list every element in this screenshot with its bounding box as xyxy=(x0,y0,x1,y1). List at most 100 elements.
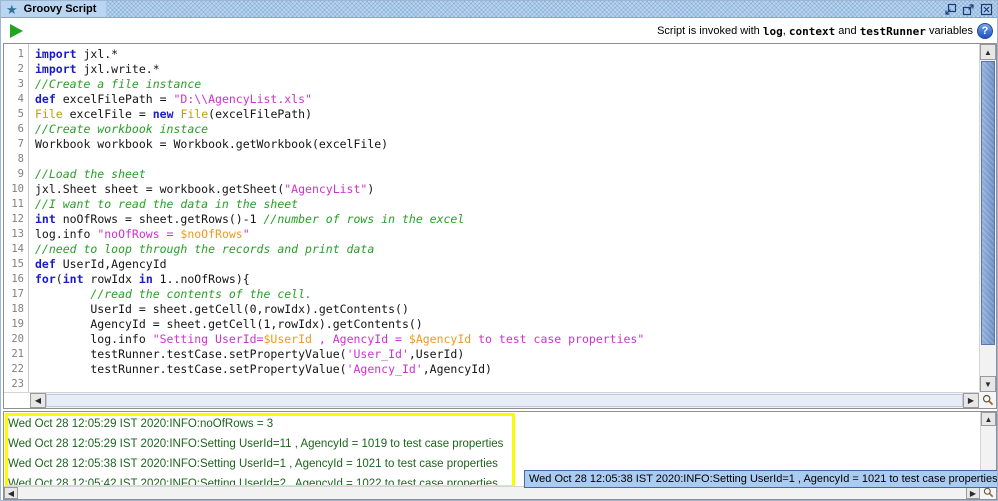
line-number: 19 xyxy=(4,317,28,332)
code-token: "D:\\AgencyList.xls" xyxy=(173,92,311,106)
code-token: ( xyxy=(56,272,63,286)
run-script-button[interactable] xyxy=(10,24,23,38)
code-line[interactable]: log.info "Setting UserId=$UserId , Agenc… xyxy=(35,332,979,347)
code-token: (excelFilePath) xyxy=(208,107,312,121)
code-line[interactable]: //need to loop through the records and p… xyxy=(35,242,979,257)
code-line[interactable]: //I want to read the data in the sheet xyxy=(35,197,979,212)
code-token: //need to loop through the records and p… xyxy=(35,242,374,256)
code-line[interactable]: //read the contents of the cell. xyxy=(35,287,979,302)
code-line[interactable]: AgencyId = sheet.getCell(1,rowIdx).getCo… xyxy=(35,317,979,332)
code-area[interactable]: import jxl.*import jxl.write.*//Create a… xyxy=(30,44,979,392)
line-number: 6 xyxy=(4,122,28,137)
code-line[interactable]: testRunner.testCase.setPropertyValue('Ag… xyxy=(35,362,979,377)
close-icon xyxy=(982,4,992,14)
code-token: def xyxy=(35,92,56,106)
code-token: "noOfRows = xyxy=(97,227,180,241)
code-line[interactable]: def excelFilePath = "D:\\AgencyList.xls" xyxy=(35,92,979,107)
code-line[interactable]: //Create workbook instace xyxy=(35,122,979,137)
code-line[interactable]: //Create a file instance xyxy=(35,77,979,92)
groovy-editor: 1234567891011121314151617181920212223 im… xyxy=(3,43,997,409)
code-token: jxl.write.* xyxy=(77,62,160,76)
code-token: log.info xyxy=(35,227,97,241)
log-scroll-left-button[interactable]: ◀ xyxy=(4,487,18,499)
code-token: testRunner.testCase.setPropertyValue( xyxy=(35,347,347,361)
code-token: 'User_Id' xyxy=(347,347,409,361)
code-line[interactable]: log.info "noOfRows = $noOfRows" xyxy=(35,227,979,242)
code-token: Workbook workbook = Workbook.getWorkbook… xyxy=(35,137,388,151)
code-line[interactable]: import jxl.write.* xyxy=(35,62,979,77)
code-token xyxy=(35,287,90,301)
log-entry[interactable]: Wed Oct 28 12:05:29 IST 2020:INFO:Settin… xyxy=(8,434,979,454)
code-token: AgencyId = sheet.getCell(1,rowIdx).getCo… xyxy=(35,317,423,331)
code-line[interactable]: int noOfRows = sheet.getRows()-1 //numbe… xyxy=(35,212,979,227)
code-token: in xyxy=(139,272,153,286)
editor-hscrollbar[interactable]: ◀ ▶ xyxy=(30,392,979,408)
log-scroll-up-button[interactable]: ▲ xyxy=(981,412,996,426)
code-token: $UserId xyxy=(263,332,311,346)
right-arrow-icon: ▶ xyxy=(968,396,974,405)
log-entry[interactable]: Wed Oct 28 12:05:29 IST 2020:INFO:noOfRo… xyxy=(8,414,979,434)
float-window-button[interactable] xyxy=(944,3,957,16)
code-token: //number of rows in the excel xyxy=(264,212,465,226)
code-token: int xyxy=(63,272,84,286)
scroll-down-button[interactable]: ▼ xyxy=(980,376,996,392)
toolbar: Script is invoked with log, context and … xyxy=(1,19,997,43)
down-arrow-icon: ▼ xyxy=(984,380,992,389)
editor-vscrollbar[interactable]: ▲ ▼ xyxy=(979,44,996,392)
scroll-up-button[interactable]: ▲ xyxy=(980,44,996,60)
code-line[interactable]: import jxl.* xyxy=(35,47,979,62)
help-icon: ? xyxy=(982,25,989,37)
editor-magnifier-button[interactable] xyxy=(979,392,996,408)
magnifier-icon xyxy=(982,394,994,406)
code-token: "Setting UserId= xyxy=(153,332,264,346)
maximize-window-button[interactable] xyxy=(962,3,975,16)
code-line[interactable] xyxy=(35,152,979,167)
line-number: 8 xyxy=(4,152,28,167)
code-token: def xyxy=(35,257,56,271)
line-number: 21 xyxy=(4,347,28,362)
groovy-script-panel: ★ Groovy Script xyxy=(0,0,998,501)
code-line[interactable]: UserId = sheet.getCell(0,rowIdx).getCont… xyxy=(35,302,979,317)
scroll-right-button[interactable]: ▶ xyxy=(963,393,979,408)
editor-hscroll-thumb[interactable] xyxy=(46,394,963,407)
line-number: 9 xyxy=(4,167,28,182)
code-line[interactable]: for(int rowIdx in 1..noOfRows){ xyxy=(35,272,979,287)
left-arrow-icon: ◀ xyxy=(35,396,41,405)
hint-text: variables xyxy=(926,25,973,37)
hint-variable: log xyxy=(763,25,783,38)
line-number: 18 xyxy=(4,302,28,317)
code-token: jxl.Sheet sheet = workbook.getSheet( xyxy=(35,182,284,196)
log-tooltip: Wed Oct 28 12:05:38 IST 2020:INFO:Settin… xyxy=(524,470,998,488)
right-arrow-icon: ▶ xyxy=(970,489,976,498)
close-window-button[interactable] xyxy=(980,3,993,16)
code-token: ,UserId) xyxy=(409,347,464,361)
code-token: log.info xyxy=(35,332,153,346)
scroll-left-button[interactable]: ◀ xyxy=(30,393,46,408)
line-number: 3 xyxy=(4,77,28,92)
code-line[interactable]: jxl.Sheet sheet = workbook.getSheet("Age… xyxy=(35,182,979,197)
toolbar-hint: Script is invoked with log, context and … xyxy=(657,19,973,43)
maximize-window-icon xyxy=(964,5,974,15)
line-number: 5 xyxy=(4,107,28,122)
line-number: 13 xyxy=(4,227,28,242)
code-line[interactable] xyxy=(35,377,979,392)
code-line[interactable]: File excelFile = new File(excelFilePath) xyxy=(35,107,979,122)
code-token: testRunner.testCase.setPropertyValue( xyxy=(35,362,347,376)
up-arrow-icon: ▲ xyxy=(985,415,993,424)
hint-variable: testRunner xyxy=(860,25,926,38)
code-line[interactable]: def UserId,AgencyId xyxy=(35,257,979,272)
code-token: excelFile = xyxy=(63,107,153,121)
line-number: 10 xyxy=(4,182,28,197)
line-number: 7 xyxy=(4,137,28,152)
code-token: ,AgencyId) xyxy=(423,362,492,376)
help-button[interactable]: ? xyxy=(977,23,993,39)
editor-vscroll-thumb[interactable] xyxy=(981,61,995,345)
code-token: int xyxy=(35,212,56,226)
code-line[interactable]: //Load the sheet xyxy=(35,167,979,182)
code-line[interactable]: Workbook workbook = Workbook.getWorkbook… xyxy=(35,137,979,152)
line-number: 15 xyxy=(4,257,28,272)
magnifier-icon xyxy=(983,487,994,498)
code-line[interactable]: testRunner.testCase.setPropertyValue('Us… xyxy=(35,347,979,362)
code-token: //Create a file instance xyxy=(35,77,201,91)
log-scroll-right-button[interactable]: ▶ xyxy=(966,487,980,499)
